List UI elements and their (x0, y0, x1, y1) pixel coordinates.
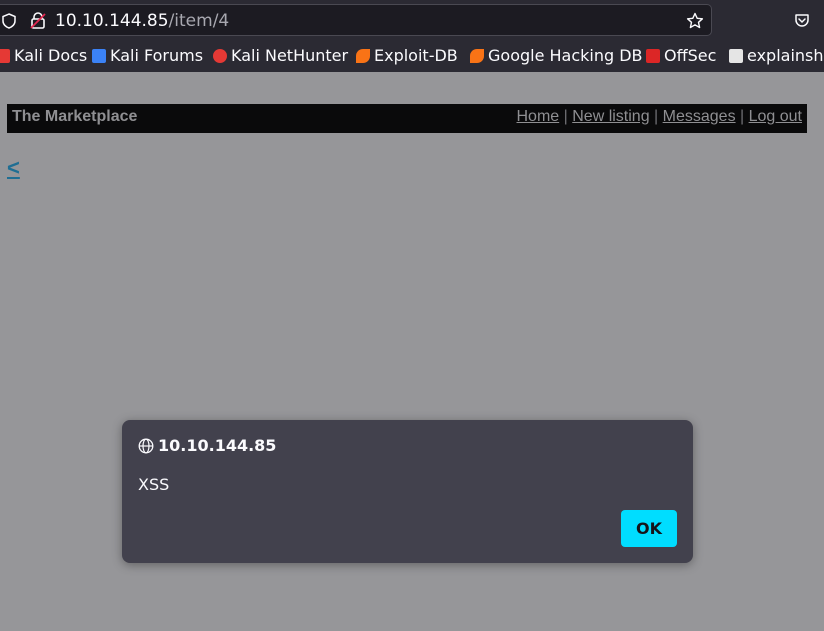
site-title: The Marketplace (12, 108, 138, 125)
bookmark-kali-forums[interactable]: Kali Forums (92, 47, 203, 65)
bookmark-explainshell[interactable]: explainshell (729, 47, 824, 65)
browser-toolbar: 10.10.144.85/item/4 (0, 0, 824, 40)
url-bar[interactable]: 10.10.144.85/item/4 (0, 4, 712, 36)
ghdb-icon (470, 49, 484, 63)
kali-nethunter-icon (213, 49, 227, 63)
dialog-origin: 10.10.144.85 (158, 436, 277, 455)
kali-docs-icon (0, 49, 10, 63)
nav-home-link[interactable]: Home (517, 108, 560, 125)
globe-icon (138, 438, 154, 454)
bookmarks-toolbar: Kali Docs Kali Forums Kali NetHunter Exp… (0, 40, 824, 72)
bookmark-label: OffSec (664, 46, 717, 65)
bookmark-label: explainshell (747, 46, 824, 65)
site-navbar: The Marketplace Home | New listing | Mes… (7, 104, 807, 133)
alert-dialog: 10.10.144.85 XSS OK (122, 420, 693, 563)
nav-separator: | (735, 108, 749, 125)
url-host: 10.10.144.85 (55, 11, 169, 31)
ok-button[interactable]: OK (621, 510, 677, 547)
kali-forums-icon (92, 49, 106, 63)
explainshell-icon (729, 49, 743, 63)
bookmark-label: Kali NetHunter (231, 46, 349, 65)
nav-new-listing-link[interactable]: New listing (572, 108, 649, 125)
back-link[interactable]: < (7, 155, 20, 181)
bookmark-star-icon[interactable] (686, 12, 704, 30)
bookmark-label: Exploit-DB (374, 46, 458, 65)
bookmark-label: Kali Docs (14, 46, 88, 65)
nav-separator: | (649, 108, 663, 125)
exploit-db-icon (356, 49, 370, 63)
dialog-message: XSS (138, 475, 170, 494)
offsec-icon (646, 49, 660, 63)
nav-messages-link[interactable]: Messages (663, 108, 736, 125)
site-nav-links: Home | New listing | Messages | Log out (517, 108, 803, 126)
insecure-lock-icon[interactable] (30, 12, 46, 29)
nav-separator: | (559, 108, 573, 125)
bookmark-label: Kali Forums (110, 46, 204, 65)
bookmark-exploit-db[interactable]: Exploit-DB (356, 47, 458, 65)
url-path: /item/4 (168, 11, 230, 31)
bookmark-offsec[interactable]: OffSec (646, 47, 716, 65)
url-text[interactable]: 10.10.144.85/item/4 (55, 11, 229, 31)
pocket-icon[interactable] (794, 12, 810, 28)
nav-logout-link[interactable]: Log out (749, 108, 802, 125)
bookmark-label: Google Hacking DB (488, 46, 643, 65)
bookmark-kali-docs[interactable]: Kali Docs (0, 47, 87, 65)
bookmark-google-hacking-db[interactable]: Google Hacking DB (470, 47, 643, 65)
bookmark-kali-nethunter[interactable]: Kali NetHunter (213, 47, 348, 65)
tracking-protection-shield-icon[interactable] (2, 13, 16, 29)
